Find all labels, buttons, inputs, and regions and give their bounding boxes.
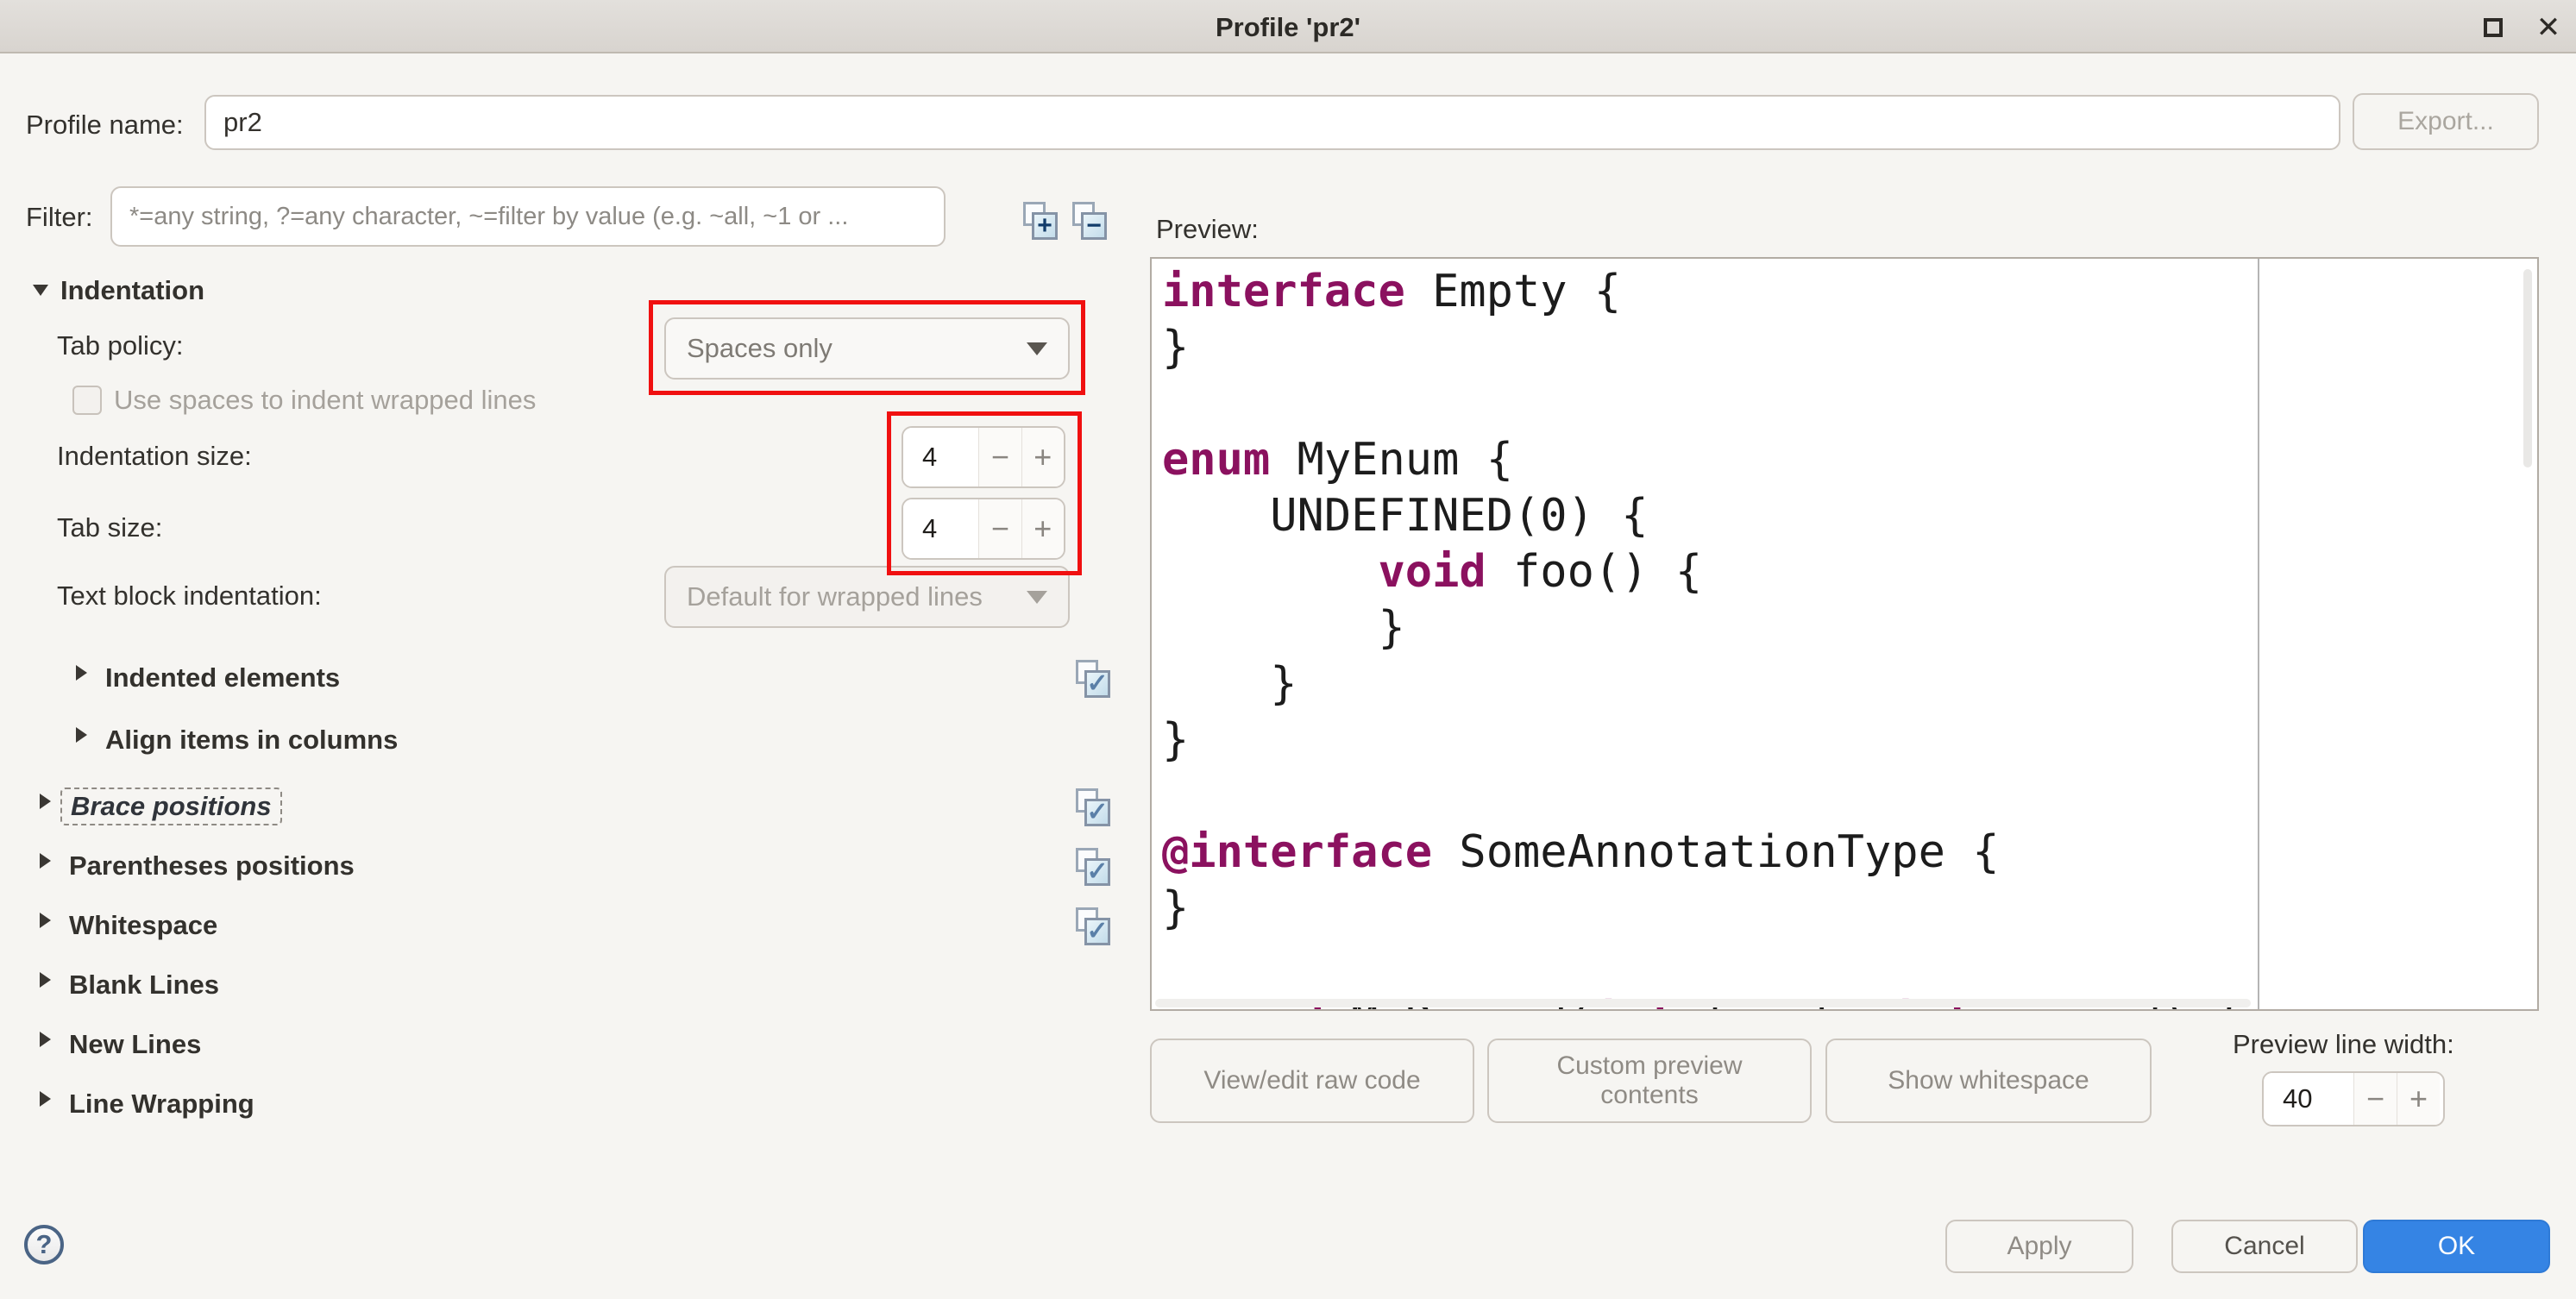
filter-label: Filter: [26, 202, 93, 233]
tree-item-line-wrapping[interactable]: Line Wrapping [69, 1089, 254, 1120]
titlebar: Profile 'pr2' ✕ [0, 0, 2576, 53]
profile-name-input[interactable] [204, 95, 2340, 150]
section-indentation[interactable]: Indentation [60, 275, 204, 306]
vertical-scrollbar[interactable] [2523, 269, 2532, 468]
preview-label: Preview: [1156, 214, 1259, 245]
parentheses-positions-check-icon[interactable]: ✓ [1076, 848, 1110, 886]
collapse-all-icon[interactable]: − [1072, 202, 1107, 240]
preview-line-width-label: Preview line width: [2233, 1029, 2454, 1060]
tree-item-indented-elements[interactable]: Indented elements [105, 662, 340, 693]
maximize-button[interactable] [2478, 12, 2509, 43]
use-spaces-checkbox[interactable] [72, 386, 102, 415]
window-title: Profile 'pr2' [0, 12, 2576, 43]
align-items-expander-icon[interactable] [76, 727, 87, 743]
apply-button[interactable]: Apply [1945, 1220, 2133, 1273]
profile-dialog: { "window": { "title": "Profile 'pr2'" }… [0, 0, 2576, 1299]
ok-button[interactable]: OK [2363, 1220, 2550, 1273]
maximize-icon [2484, 18, 2503, 37]
help-button[interactable]: ? [24, 1225, 64, 1264]
tree-item-whitespace[interactable]: Whitespace [69, 910, 217, 941]
show-whitespace-button[interactable]: Show whitespace [1825, 1039, 2152, 1123]
text-block-indentation-value: Default for wrapped lines [687, 581, 983, 612]
profile-name-label: Profile name: [26, 110, 184, 141]
indentation-expander-icon[interactable] [33, 285, 48, 296]
highlight-size-spinners [887, 411, 1082, 575]
cancel-button[interactable]: Cancel [2171, 1220, 2358, 1273]
whitespace-check-icon[interactable]: ✓ [1076, 907, 1110, 945]
line-wrapping-expander-icon[interactable] [40, 1091, 51, 1107]
indentation-size-label: Indentation size: [57, 441, 252, 472]
new-lines-expander-icon[interactable] [40, 1032, 51, 1047]
close-icon: ✕ [2536, 13, 2561, 42]
export-button[interactable]: Export... [2353, 93, 2539, 150]
blank-lines-expander-icon[interactable] [40, 972, 51, 988]
tab-policy-label: Tab policy: [57, 330, 183, 361]
preview-line-width-increment[interactable]: + [2397, 1073, 2440, 1125]
tree-item-blank-lines[interactable]: Blank Lines [69, 970, 219, 1001]
horizontal-scrollbar[interactable] [1155, 999, 2251, 1007]
chevron-down-icon [1027, 591, 1047, 604]
highlight-tab-policy [649, 300, 1085, 395]
whitespace-expander-icon[interactable] [40, 913, 51, 928]
preview-code-area[interactable]: interface Empty {}enum MyEnum { UNDEFINE… [1150, 257, 2539, 1011]
brace-positions-check-icon[interactable]: ✓ [1076, 788, 1110, 826]
indented-elements-expander-icon[interactable] [76, 665, 87, 681]
use-spaces-label: Use spaces to indent wrapped lines [114, 385, 536, 416]
preview-code: interface Empty {}enum MyEnum { UNDEFINE… [1162, 264, 2520, 1011]
indented-elements-check-icon[interactable]: ✓ [1076, 660, 1110, 698]
tree-item-align-items[interactable]: Align items in columns [105, 725, 398, 756]
text-block-indentation-label: Text block indentation: [57, 580, 322, 612]
custom-preview-contents-button[interactable]: Custom preview contents [1487, 1039, 1812, 1123]
parentheses-positions-expander-icon[interactable] [40, 853, 51, 869]
brace-positions-expander-icon[interactable] [40, 794, 51, 809]
tab-size-label: Tab size: [57, 512, 162, 543]
tree-item-new-lines[interactable]: New Lines [69, 1029, 201, 1060]
view-edit-raw-code-button[interactable]: View/edit raw code [1150, 1039, 1474, 1123]
tree-item-parentheses-positions[interactable]: Parentheses positions [69, 850, 355, 882]
tree-item-brace-positions[interactable]: Brace positions [60, 788, 282, 825]
expand-all-icon[interactable]: + [1023, 202, 1058, 240]
preview-line-width-decrement[interactable]: − [2353, 1073, 2397, 1125]
filter-input[interactable] [110, 186, 946, 247]
preview-line-width-value[interactable]: 40 [2264, 1073, 2353, 1125]
preview-line-width-stepper[interactable]: 40 − + [2262, 1071, 2445, 1126]
close-button[interactable]: ✕ [2533, 12, 2564, 43]
